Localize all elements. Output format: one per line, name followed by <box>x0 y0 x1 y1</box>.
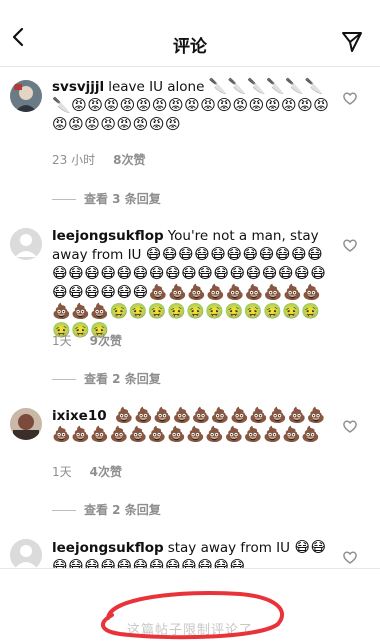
divider <box>52 510 76 511</box>
comment-text: stay away from IU <box>167 540 291 556</box>
avatar[interactable] <box>10 228 42 260</box>
comment-likes[interactable]: 8次赞 <box>113 153 145 167</box>
comment-username[interactable]: leejongsukflop <box>52 540 164 556</box>
view-replies-link[interactable]: 查看 3 条回复 <box>52 190 161 207</box>
comment-time: 1天 <box>52 465 72 479</box>
top-bar: 评论 <box>0 0 380 67</box>
comment-meta: 1天 4次赞 <box>52 463 140 480</box>
comment-time: 1天 <box>52 334 72 348</box>
comment-username[interactable]: leejongsukflop <box>52 228 164 244</box>
comment-likes[interactable]: 9次赞 <box>90 334 122 348</box>
comment-text: leave IU alone <box>108 79 205 95</box>
view-replies-label: 查看 3 条回复 <box>84 192 161 206</box>
like-heart-icon[interactable] <box>342 549 358 565</box>
divider <box>52 199 76 200</box>
like-heart-icon[interactable] <box>342 418 358 434</box>
view-replies-link[interactable]: 查看 2 条回复 <box>52 370 161 387</box>
share-send-icon[interactable] <box>340 30 364 54</box>
divider <box>52 379 76 380</box>
view-replies-label: 查看 2 条回复 <box>84 503 161 517</box>
comment-time: 23 小时 <box>52 153 96 167</box>
red-circle-annotation <box>101 591 285 640</box>
comment-username[interactable]: svsvjjjl <box>52 79 104 95</box>
like-heart-icon[interactable] <box>342 237 358 253</box>
comment-meta: 1天 9次赞 <box>52 332 140 349</box>
page-title: 评论 <box>173 37 207 57</box>
view-replies-label: 查看 2 条回复 <box>84 372 161 386</box>
comment-meta: 23 小时 8次赞 <box>52 151 163 168</box>
like-heart-icon[interactable] <box>342 90 358 106</box>
comment-username[interactable]: ixixe10 <box>52 408 107 424</box>
comment-likes[interactable]: 4次赞 <box>90 465 122 479</box>
avatar[interactable] <box>10 539 42 571</box>
avatar[interactable] <box>10 408 42 440</box>
avatar[interactable] <box>10 80 42 112</box>
view-replies-link[interactable]: 查看 2 条回复 <box>52 501 161 518</box>
